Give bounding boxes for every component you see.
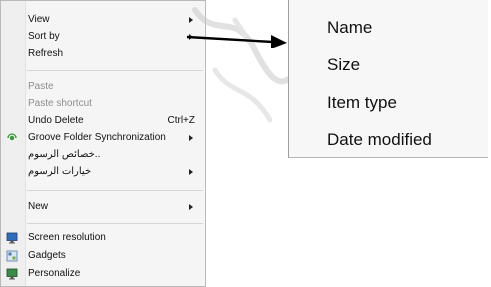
menu-item-graphics-properties-label: ..خصائص الرسوم: [28, 149, 101, 160]
menu-item-undo-delete-label: Undo Delete: [28, 115, 84, 126]
sort-option-date-modified[interactable]: Date modified: [327, 130, 432, 150]
menu-item-refresh[interactable]: Refresh: [1, 45, 205, 63]
submenu-arrow-icon: [189, 17, 193, 23]
menu-item-personalize[interactable]: Personalize: [1, 265, 205, 283]
menu-item-gadgets-label: Gadgets: [28, 250, 66, 261]
sort-by-submenu: Name Size Item type Date modified: [288, 0, 488, 158]
menu-item-gadgets[interactable]: Gadgets: [1, 247, 205, 265]
submenu-arrow-icon: [189, 135, 193, 141]
sort-option-item-type[interactable]: Item type: [327, 93, 397, 113]
screen-resolution-icon: [6, 232, 18, 244]
menu-item-groove-sync[interactable]: Groove Folder Synchronization: [1, 129, 205, 147]
menu-separator: [27, 70, 203, 71]
menu-item-sort-by[interactable]: Sort by: [1, 28, 205, 46]
menu-item-graphics-options[interactable]: خيارات الرسوم: [1, 163, 205, 181]
menu-item-graphics-options-label: خيارات الرسوم: [28, 166, 92, 177]
menu-item-paste-shortcut-label: Paste shortcut: [28, 98, 92, 109]
menu-separator: [27, 190, 203, 191]
groove-sync-icon: [7, 133, 17, 141]
menu-item-screen-resolution[interactable]: Screen resolution: [1, 229, 205, 247]
menu-item-groove-sync-label: Groove Folder Synchronization: [28, 132, 166, 143]
pointer-arrow-icon: [186, 35, 287, 48]
submenu-arrow-icon: [189, 169, 193, 175]
menu-item-undo-delete[interactable]: Undo Delete Ctrl+Z: [1, 112, 205, 130]
submenu-arrow-icon: [189, 204, 193, 210]
menu-item-new-label: New: [28, 201, 49, 212]
menu-item-new[interactable]: New: [1, 198, 205, 216]
gadgets-icon: [6, 250, 18, 262]
menu-item-view[interactable]: View: [1, 11, 205, 29]
desktop-context-menu: View Sort by Refresh Paste Paste shortcu…: [0, 0, 206, 287]
menu-item-paste: Paste: [1, 78, 205, 96]
menu-item-sort-by-label: Sort by: [28, 31, 60, 42]
menu-item-paste-shortcut: Paste shortcut: [1, 95, 205, 113]
sort-option-size[interactable]: Size: [327, 55, 360, 75]
menu-item-view-label: View: [28, 14, 50, 25]
sort-option-name[interactable]: Name: [327, 18, 372, 38]
menu-item-paste-label: Paste: [28, 81, 54, 92]
menu-item-screen-resolution-label: Screen resolution: [28, 232, 106, 243]
menu-item-graphics-properties[interactable]: ..خصائص الرسوم: [1, 146, 205, 164]
personalize-icon: [6, 268, 18, 280]
menu-item-refresh-label: Refresh: [28, 48, 64, 59]
menu-item-personalize-label: Personalize: [28, 268, 81, 279]
menu-item-undo-delete-shortcut: Ctrl+Z: [167, 115, 196, 126]
menu-separator: [27, 223, 203, 224]
